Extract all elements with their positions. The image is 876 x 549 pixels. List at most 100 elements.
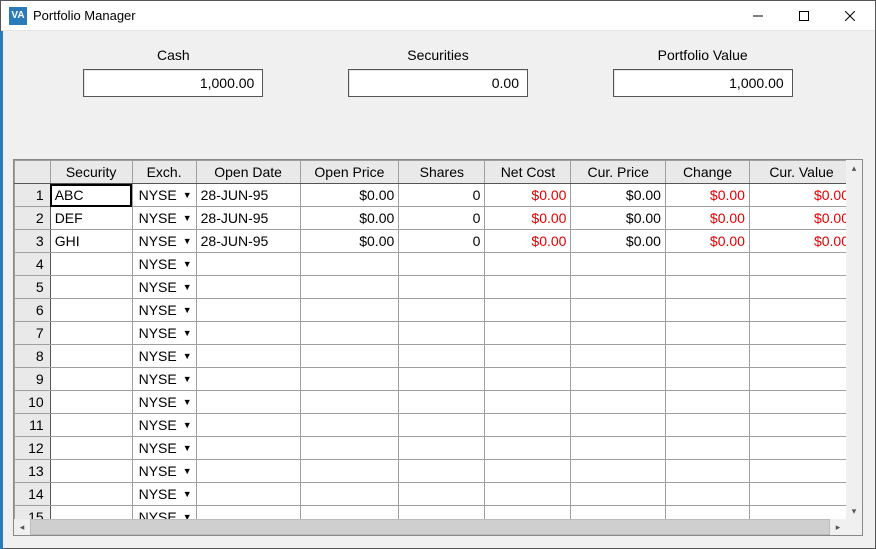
table-row[interactable]: 12NYSE▼ xyxy=(15,437,847,460)
net-cost-cell[interactable] xyxy=(485,506,571,520)
net-cost-cell[interactable]: $0.00 xyxy=(485,230,571,253)
minimize-button[interactable] xyxy=(735,2,781,30)
cur-value-cell[interactable] xyxy=(749,322,846,345)
row-number-cell[interactable]: 1 xyxy=(15,184,51,207)
exchange-cell[interactable]: NYSE▼ xyxy=(132,184,196,207)
change-cell[interactable] xyxy=(665,299,749,322)
table-row[interactable]: 1ABCNYSE▼28-JUN-95$0.000$0.00$0.00$0.00$… xyxy=(15,184,847,207)
open-date-cell[interactable] xyxy=(196,276,300,299)
open-date-cell[interactable]: 28-JUN-95 xyxy=(196,230,300,253)
col-header-net-cost[interactable]: Net Cost xyxy=(485,161,571,184)
open-date-cell[interactable] xyxy=(196,391,300,414)
change-cell[interactable] xyxy=(665,276,749,299)
cur-price-cell[interactable] xyxy=(571,368,666,391)
hscroll-track[interactable] xyxy=(30,519,830,535)
shares-cell[interactable] xyxy=(399,299,485,322)
open-date-cell[interactable] xyxy=(196,437,300,460)
shares-cell[interactable] xyxy=(399,276,485,299)
open-date-cell[interactable] xyxy=(196,368,300,391)
table-row[interactable]: 3GHINYSE▼28-JUN-95$0.000$0.00$0.00$0.00$… xyxy=(15,230,847,253)
table-row[interactable]: 10NYSE▼ xyxy=(15,391,847,414)
cur-price-cell[interactable] xyxy=(571,345,666,368)
exchange-cell[interactable]: NYSE▼ xyxy=(132,460,196,483)
security-cell[interactable]: DEF xyxy=(50,207,132,230)
open-date-cell[interactable] xyxy=(196,414,300,437)
security-cell[interactable] xyxy=(50,368,132,391)
table-row[interactable]: 4 NYSE▼ xyxy=(15,253,847,276)
change-cell[interactable] xyxy=(665,506,749,520)
net-cost-cell[interactable] xyxy=(485,414,571,437)
change-cell[interactable] xyxy=(665,391,749,414)
cur-price-cell[interactable] xyxy=(571,414,666,437)
cur-value-cell[interactable] xyxy=(749,299,846,322)
open-date-cell[interactable]: 28-JUN-95 xyxy=(196,207,300,230)
change-cell[interactable] xyxy=(665,345,749,368)
open-price-cell[interactable] xyxy=(300,276,399,299)
exchange-cell[interactable]: NYSE▼ xyxy=(132,414,196,437)
horizontal-scrollbar[interactable]: ◂ ▸ xyxy=(14,519,846,535)
open-date-cell[interactable] xyxy=(196,345,300,368)
table-row[interactable]: 5NYSE▼ xyxy=(15,276,847,299)
open-price-cell[interactable] xyxy=(300,368,399,391)
shares-cell[interactable]: 0 xyxy=(399,230,485,253)
security-cell[interactable] xyxy=(50,414,132,437)
table-row[interactable]: 9NYSE▼ xyxy=(15,368,847,391)
exchange-cell[interactable]: NYSE▼ xyxy=(132,322,196,345)
security-cell[interactable] xyxy=(50,322,132,345)
table-row[interactable]: 14NYSE▼ xyxy=(15,483,847,506)
row-number-cell[interactable]: 15 xyxy=(15,506,51,520)
open-price-cell[interactable] xyxy=(300,483,399,506)
table-row[interactable]: 15NYSE▼ xyxy=(15,506,847,520)
open-date-cell[interactable] xyxy=(196,322,300,345)
change-cell[interactable] xyxy=(665,460,749,483)
maximize-button[interactable] xyxy=(781,2,827,30)
col-header-shares[interactable]: Shares xyxy=(399,161,485,184)
security-cell[interactable] xyxy=(50,253,132,276)
row-number-cell[interactable]: 9 xyxy=(15,368,51,391)
net-cost-cell[interactable] xyxy=(485,391,571,414)
open-price-cell[interactable] xyxy=(300,506,399,520)
row-number-cell[interactable]: 8 xyxy=(15,345,51,368)
table-row[interactable]: 2DEFNYSE▼28-JUN-95$0.000$0.00$0.00$0.00$… xyxy=(15,207,847,230)
shares-cell[interactable] xyxy=(399,253,485,276)
cur-value-cell[interactable] xyxy=(749,483,846,506)
exchange-cell[interactable]: NYSE▼ xyxy=(132,483,196,506)
cur-value-cell[interactable] xyxy=(749,391,846,414)
open-date-cell[interactable] xyxy=(196,299,300,322)
open-date-cell[interactable] xyxy=(196,253,300,276)
exchange-cell[interactable]: NYSE▼ xyxy=(132,207,196,230)
row-number-cell[interactable]: 6 xyxy=(15,299,51,322)
scroll-up-icon[interactable]: ▴ xyxy=(846,160,862,176)
open-price-cell[interactable]: $0.00 xyxy=(300,207,399,230)
security-cell[interactable] xyxy=(50,460,132,483)
row-number-cell[interactable]: 12 xyxy=(15,437,51,460)
net-cost-cell[interactable] xyxy=(485,322,571,345)
change-cell[interactable] xyxy=(665,437,749,460)
cur-value-cell[interactable] xyxy=(749,345,846,368)
security-cell[interactable] xyxy=(50,437,132,460)
security-cell[interactable]: GHI xyxy=(50,230,132,253)
cur-value-cell[interactable] xyxy=(749,506,846,520)
open-price-cell[interactable]: $0.00 xyxy=(300,230,399,253)
exchange-cell[interactable]: NYSE▼ xyxy=(132,253,196,276)
col-header-open-date[interactable]: Open Date xyxy=(196,161,300,184)
cur-value-cell[interactable] xyxy=(749,460,846,483)
cash-input[interactable] xyxy=(83,69,263,97)
net-cost-cell[interactable] xyxy=(485,276,571,299)
shares-cell[interactable] xyxy=(399,345,485,368)
exchange-cell[interactable]: NYSE▼ xyxy=(132,299,196,322)
cur-value-cell[interactable] xyxy=(749,253,846,276)
col-header-open-price[interactable]: Open Price xyxy=(300,161,399,184)
col-header-cur-price[interactable]: Cur. Price xyxy=(571,161,666,184)
portfolio-value-input[interactable] xyxy=(613,69,793,97)
shares-cell[interactable] xyxy=(399,391,485,414)
row-number-cell[interactable]: 4 xyxy=(15,253,51,276)
row-number-cell[interactable]: 11 xyxy=(15,414,51,437)
security-cell[interactable] xyxy=(50,299,132,322)
cur-price-cell[interactable] xyxy=(571,460,666,483)
row-number-cell[interactable]: 13 xyxy=(15,460,51,483)
open-price-cell[interactable] xyxy=(300,345,399,368)
change-cell[interactable] xyxy=(665,483,749,506)
open-date-cell[interactable] xyxy=(196,460,300,483)
shares-cell[interactable] xyxy=(399,414,485,437)
